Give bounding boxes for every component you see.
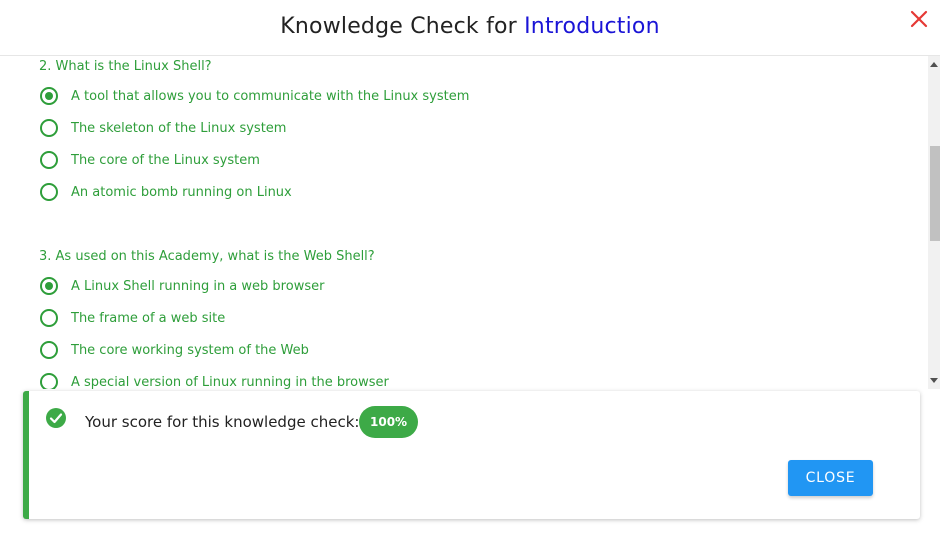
radio-button[interactable] (40, 119, 58, 137)
radio-button[interactable] (40, 309, 58, 327)
close-button[interactable]: CLOSE (788, 460, 873, 496)
answer-option[interactable]: The frame of a web site (40, 307, 225, 329)
scrollbar-thumb[interactable] (930, 146, 940, 241)
close-icon[interactable] (908, 8, 930, 30)
answer-option[interactable]: A special version of Linux running in th… (40, 371, 389, 389)
radio-button[interactable] (40, 373, 58, 389)
answer-option[interactable]: An atomic bomb running on Linux (40, 181, 292, 203)
title-prefix: Knowledge Check for (280, 14, 525, 39)
knowledge-check-modal: Knowledge Check for Introduction 2. What… (0, 0, 940, 545)
scroll-down-arrow-icon[interactable] (930, 378, 938, 383)
score-badge: 100% (359, 406, 419, 438)
question-text: 3. As used on this Academy, what is the … (39, 249, 375, 264)
answer-option[interactable]: The core of the Linux system (40, 149, 260, 171)
answer-option[interactable]: A tool that allows you to communicate wi… (40, 85, 469, 107)
radio-button[interactable] (40, 183, 58, 201)
question-text: 2. What is the Linux Shell? (39, 59, 212, 74)
answer-option[interactable]: A Linux Shell running in a web browser (40, 275, 324, 297)
check-circle-icon (46, 408, 66, 428)
radio-button[interactable] (40, 151, 58, 169)
score-result-card: Your score for this knowledge check: 100… (23, 391, 920, 519)
option-label: The frame of a web site (71, 310, 226, 326)
radio-button[interactable] (40, 341, 58, 359)
close-icon-svg (910, 10, 928, 28)
radio-button-checked[interactable] (40, 277, 58, 295)
option-label: The skeleton of the Linux system (71, 120, 287, 136)
modal-header: Knowledge Check for Introduction (0, 0, 940, 56)
answer-option[interactable]: The core working system of the Web (40, 339, 309, 361)
option-label: The core of the Linux system (71, 152, 260, 168)
scroll-up-arrow-icon[interactable] (930, 62, 938, 67)
option-label: A Linux Shell running in a web browser (71, 278, 325, 294)
questions-scroll-area[interactable]: 2. What is the Linux Shell? A tool that … (0, 56, 940, 389)
vertical-scrollbar[interactable] (928, 56, 940, 389)
radio-button-checked[interactable] (40, 87, 58, 105)
answer-option[interactable]: The skeleton of the Linux system (40, 117, 286, 139)
score-label: Your score for this knowledge check: (85, 413, 360, 431)
option-label: The core working system of the Web (71, 342, 309, 358)
title-accent: Introduction (524, 14, 660, 39)
check-circle-svg (46, 408, 66, 428)
option-label: A special version of Linux running in th… (71, 374, 389, 390)
option-label: An atomic bomb running on Linux (71, 184, 292, 200)
page-title: Knowledge Check for Introduction (0, 14, 940, 39)
option-label: A tool that allows you to communicate wi… (71, 88, 470, 104)
